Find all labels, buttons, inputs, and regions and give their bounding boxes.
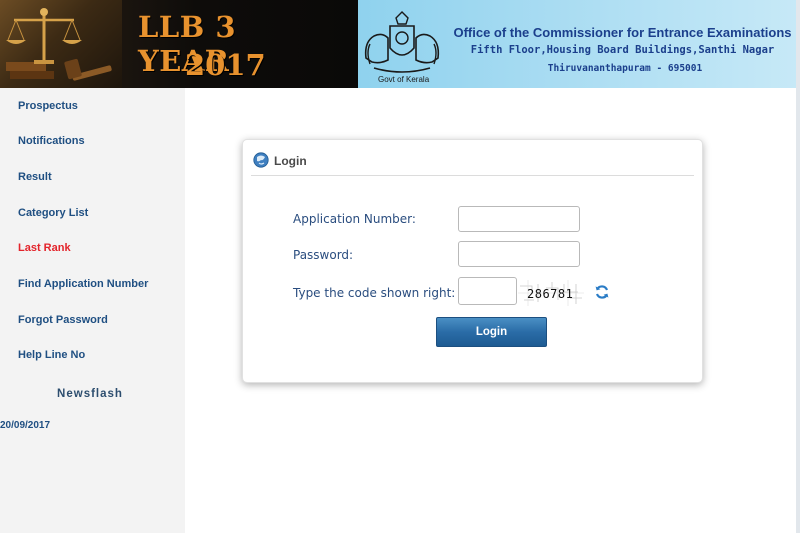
kerala-emblem-icon [364, 11, 440, 73]
sidebar-item-result[interactable]: Result [18, 171, 52, 189]
login-globe-icon [253, 152, 269, 168]
sidebar: Prospectus Notifications Result Category… [0, 88, 185, 533]
captcha-label: Type the code shown right: [293, 286, 456, 300]
sidebar-item-notifications[interactable]: Notifications [18, 135, 85, 153]
login-panel-header: Login [251, 150, 694, 176]
sidebar-item-category-list[interactable]: Category List [18, 207, 88, 225]
sidebar-item-find-application-number[interactable]: Find Application Number [18, 278, 148, 296]
login-button[interactable]: Login [436, 317, 547, 347]
emblem-caption: Govt of Kerala [378, 75, 430, 84]
scales-of-justice-icon [0, 0, 122, 88]
newsflash-title: Newsflash [57, 388, 123, 400]
banner-left: LLB 3 YEAR 2017 [0, 0, 358, 88]
site-header: LLB 3 YEAR 2017 Govt of Kerala Office of… [0, 0, 800, 88]
page-right-edge [796, 0, 800, 533]
course-year: 2017 [185, 48, 266, 82]
sidebar-item-help-line-no[interactable]: Help Line No [18, 349, 85, 367]
captcha-input[interactable] [458, 277, 517, 305]
sidebar-item-last-rank[interactable]: Last Rank [18, 242, 71, 260]
banner-right: Govt of Kerala Office of the Commissione… [358, 0, 800, 88]
office-address-line2: Thiruvananthapuram - 695001 [547, 63, 703, 74]
application-number-input[interactable] [458, 206, 580, 232]
sidebar-item-forgot-password[interactable]: Forgot Password [18, 314, 108, 332]
application-number-label: Application Number: [293, 212, 416, 226]
newsflash-date[interactable]: 20/09/2017 [0, 420, 50, 431]
password-input[interactable] [458, 241, 580, 267]
password-label: Password: [293, 248, 354, 262]
office-address-line1: Fifth Floor,Housing Board Buildings,Sant… [470, 44, 775, 56]
office-title: Office of the Commissioner for Entrance … [453, 25, 792, 40]
login-panel-title: Login [274, 154, 307, 168]
sidebar-item-prospectus[interactable]: Prospectus [18, 100, 78, 118]
refresh-icon[interactable] [594, 284, 610, 300]
captcha-code: 286781 [527, 287, 574, 301]
